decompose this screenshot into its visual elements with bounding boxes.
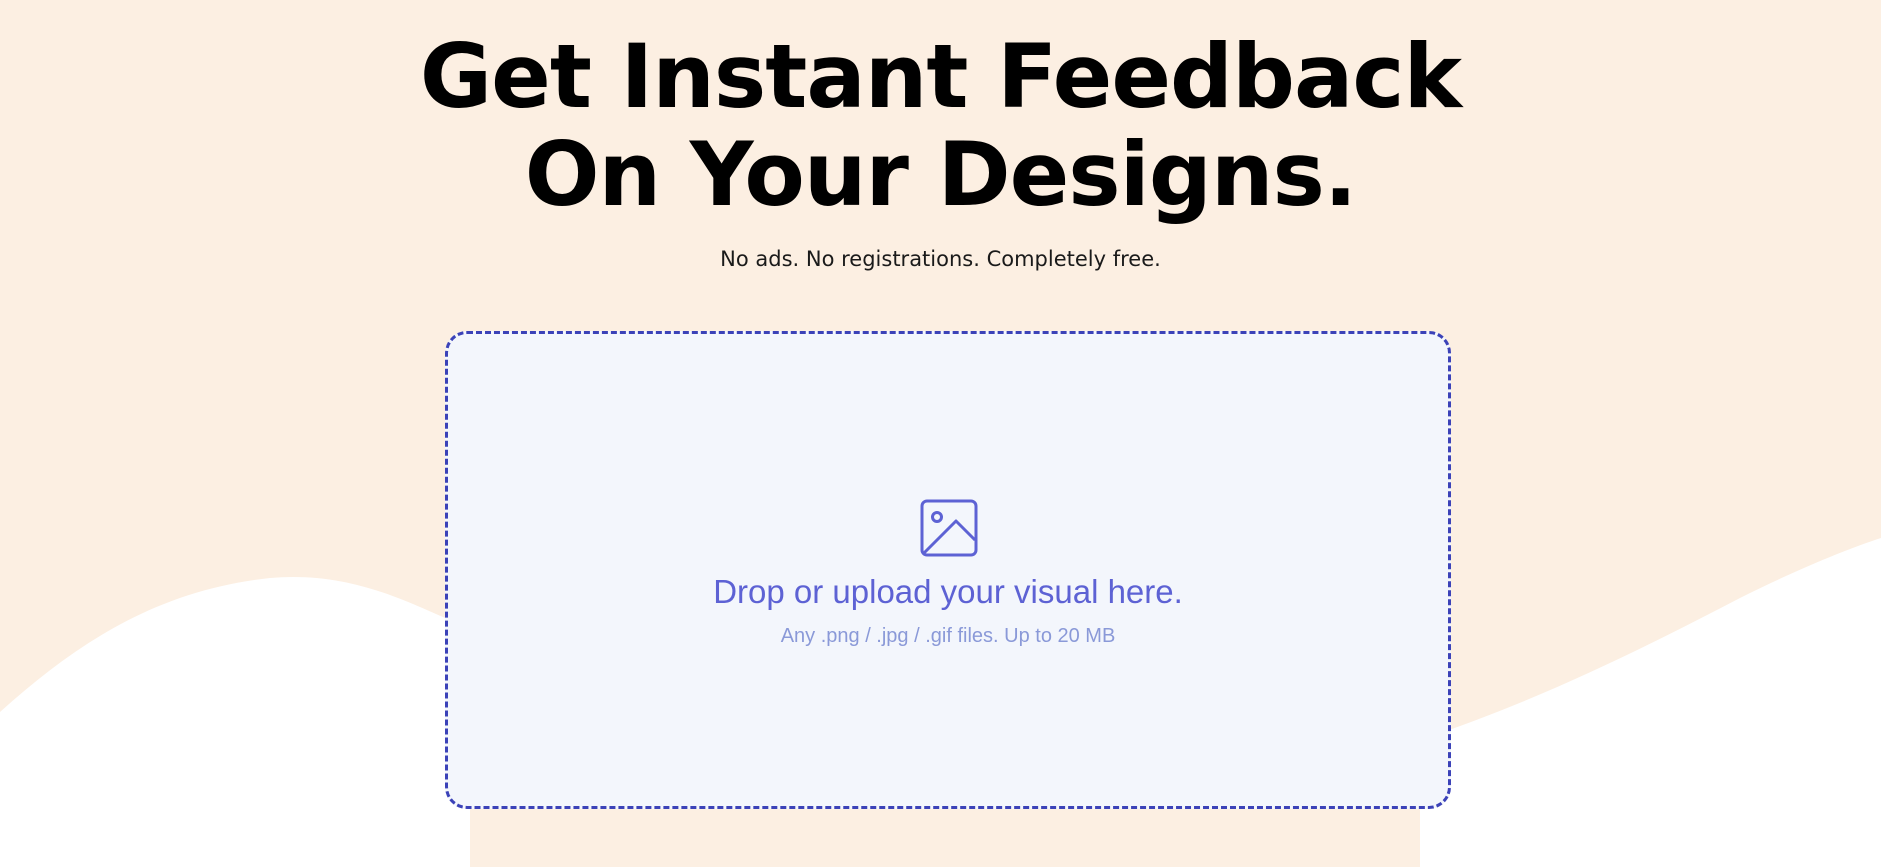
dropzone-hint: Any .png / .jpg / .gif files. Up to 20 M… xyxy=(780,625,1116,647)
hero-title-line-2: On Your Designs. xyxy=(524,123,1358,226)
image-icon xyxy=(920,499,978,557)
dropzone-title: Drop or upload your visual here. xyxy=(713,573,1183,610)
hero-title: Get Instant Feedback On Your Designs. xyxy=(0,28,1881,224)
upload-dropzone[interactable]: Drop or upload your visual here. Any .pn… xyxy=(445,331,1451,809)
hero-title-line-1: Get Instant Feedback xyxy=(419,25,1462,128)
hero-subtitle: No ads. No registrations. Completely fre… xyxy=(720,247,1161,271)
